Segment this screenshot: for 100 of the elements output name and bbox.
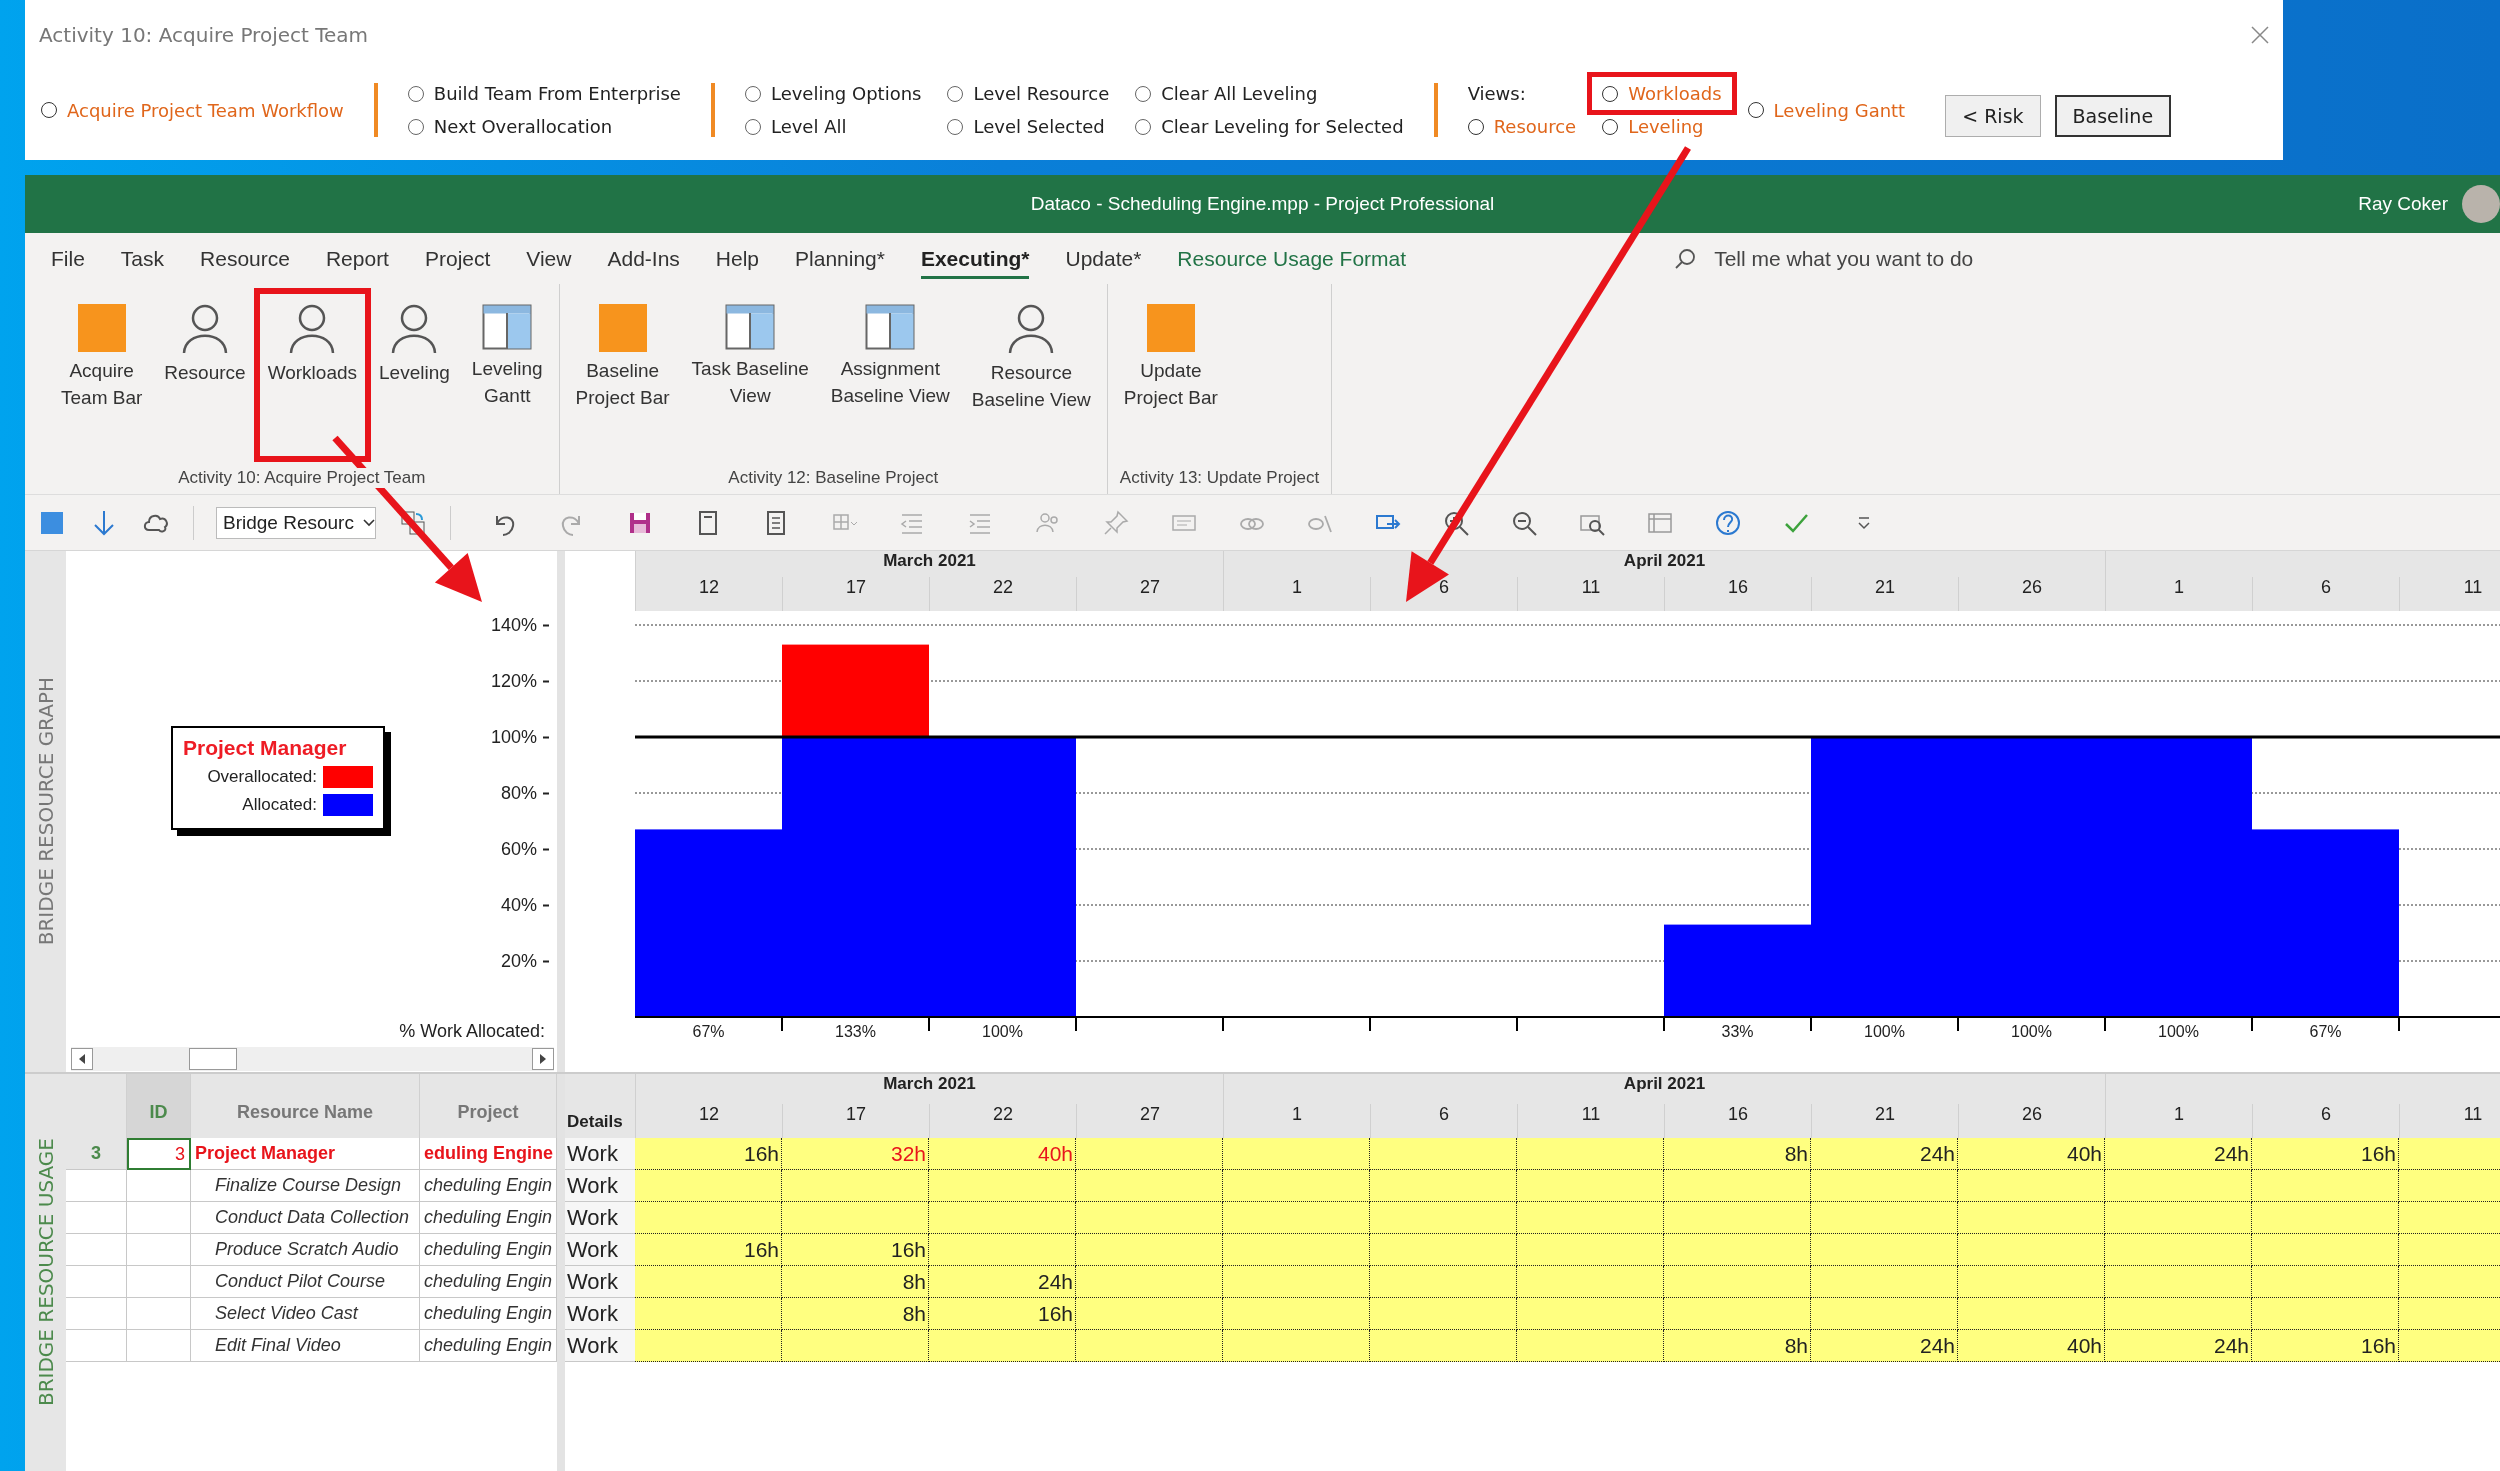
work-cell: 16h xyxy=(635,1138,782,1170)
split-view-icon xyxy=(865,304,916,350)
resource-name-cell: Conduct Pilot Course xyxy=(191,1266,420,1298)
project-cell: cheduling Engin xyxy=(420,1298,557,1330)
ribbon-tab[interactable]: Planning* xyxy=(777,238,903,279)
scroll-left-icon[interactable] xyxy=(77,1053,87,1065)
axis-tick-label: 100% xyxy=(490,726,549,748)
row-header[interactable] xyxy=(66,1298,127,1330)
split-view-icon xyxy=(482,304,533,350)
user-name: Ray Coker xyxy=(2358,193,2448,215)
resource-name-cell: Conduct Data Collection xyxy=(191,1202,420,1234)
row-header[interactable] xyxy=(66,1170,127,1202)
month-label: March 2021 xyxy=(883,551,976,570)
view-bar-label: BRIDGE RESOURCE GRAPH xyxy=(33,677,58,946)
resource-name-cell: Finalize Course Design xyxy=(191,1170,420,1202)
day-label: 6 xyxy=(2321,577,2331,597)
ribbon-tab[interactable]: Help xyxy=(697,238,778,279)
bar-icon xyxy=(1146,304,1195,352)
ribbon-tab[interactable]: File xyxy=(33,238,103,279)
ribbon-tab[interactable]: Resource xyxy=(182,238,308,279)
legend-title: Project Manager xyxy=(183,736,348,760)
axis-tick-label: 20% xyxy=(500,950,549,972)
work-cell: 8h xyxy=(1664,1330,1811,1362)
axis-tick-label: 60% xyxy=(500,838,549,860)
ribbon-tab[interactable]: Resource Usage Format xyxy=(1159,238,1425,279)
value-label: 100% xyxy=(1864,1023,1905,1040)
person-icon xyxy=(1008,304,1055,354)
ribbon-tab[interactable]: Task xyxy=(102,238,183,279)
window-title: Dataco - Scheduling Engine.mpp - Project Professional xyxy=(1030,193,1495,215)
search-field[interactable]: Tell me what you want to do xyxy=(1712,245,2077,272)
scroll-right-icon[interactable] xyxy=(538,1053,548,1065)
day-label: 22 xyxy=(993,577,1013,597)
day-label: 21 xyxy=(1875,577,1895,597)
day-label: 17 xyxy=(846,577,866,597)
day-label: 26 xyxy=(2022,577,2042,597)
ribbon-tab[interactable]: Executing* xyxy=(902,238,1048,279)
axis-tick-label: 140% xyxy=(490,614,549,636)
day-label: 1 xyxy=(1292,577,1302,597)
view-bar-label: BRIDGE RESOURCE USAGE xyxy=(33,1138,58,1407)
dialog-button[interactable]: < Risk xyxy=(1945,95,2041,137)
axis-caption: % Work Allocated: xyxy=(399,1021,545,1041)
work-cell: 16h xyxy=(782,1234,929,1266)
legend-label: Allocated: xyxy=(242,795,317,815)
ribbon-button[interactable]: Workloads xyxy=(253,288,372,462)
day-label: 6 xyxy=(1439,1104,1449,1124)
avatar-icon[interactable] xyxy=(2462,185,2500,223)
day-label: 1 xyxy=(1292,1104,1302,1124)
month-label: April 2021 xyxy=(1623,1074,1706,1093)
ribbon-tab[interactable]: View xyxy=(508,238,590,279)
day-label: 11 xyxy=(2463,577,2483,597)
work-cell: 16h xyxy=(2252,1138,2399,1170)
ribbon-button[interactable]: Update Project Bar xyxy=(1109,288,1232,462)
day-label: 22 xyxy=(993,1104,1013,1124)
work-cell: 8h xyxy=(782,1298,929,1330)
legend-label: Overallocated: xyxy=(207,767,317,787)
column-header[interactable]: Project xyxy=(457,1101,519,1123)
work-cell: 24h xyxy=(929,1266,1076,1298)
scroll-thumb[interactable] xyxy=(189,1048,237,1070)
day-label: 6 xyxy=(2321,1104,2331,1124)
project-cell: cheduling Engin xyxy=(420,1266,557,1298)
day-label: 12 xyxy=(699,577,719,597)
details-cell: Work xyxy=(565,1234,635,1266)
chevron-icon xyxy=(363,518,375,527)
row-header[interactable] xyxy=(66,1266,127,1298)
work-cell: 40h xyxy=(929,1138,1076,1170)
work-cell: 16h xyxy=(929,1298,1076,1330)
view-dropdown[interactable]: Bridge Resourc xyxy=(216,506,376,539)
dialog-button[interactable]: Baseline xyxy=(2054,95,2172,137)
axis-tick-label: 120% xyxy=(490,670,549,692)
project-cell: cheduling Engin xyxy=(420,1170,557,1202)
month-label: April 2021 xyxy=(1623,551,1706,570)
day-label: 1 xyxy=(2174,577,2184,597)
day-label: 16 xyxy=(1728,1104,1748,1124)
value-label: 100% xyxy=(2158,1023,2199,1040)
row-header[interactable] xyxy=(66,1202,127,1234)
day-label: 11 xyxy=(1581,1104,1601,1124)
work-cell: 24h xyxy=(1811,1330,1958,1362)
row-header[interactable] xyxy=(66,1234,127,1266)
horizontal-scrollbar[interactable] xyxy=(71,1047,554,1071)
day-label: 26 xyxy=(2022,1104,2042,1124)
row-header[interactable] xyxy=(66,1330,127,1362)
details-cell: Work xyxy=(565,1202,635,1234)
day-label: 27 xyxy=(1140,577,1160,597)
ribbon-tab[interactable]: Report xyxy=(307,238,407,279)
project-cell: cheduling Engin xyxy=(420,1234,557,1266)
value-label: 33% xyxy=(1721,1023,1754,1040)
ribbon-tab[interactable]: Project xyxy=(406,238,509,279)
search-icon xyxy=(1674,247,1697,270)
details-cell: Work xyxy=(565,1330,635,1362)
day-label: 16 xyxy=(1728,577,1748,597)
axis-tick-label: 80% xyxy=(500,782,549,804)
ribbon-tab[interactable]: Add-Ins xyxy=(589,238,698,279)
ribbon-tab[interactable]: Update* xyxy=(1047,238,1160,279)
value-label: 100% xyxy=(982,1023,1023,1040)
dialog-title: Activity 10: Acquire Project Team xyxy=(39,23,369,47)
details-cell: Work xyxy=(565,1170,635,1202)
id-cell: 3 xyxy=(127,1138,191,1170)
split-view-icon xyxy=(725,304,776,350)
day-label: 12 xyxy=(699,1104,719,1124)
close-icon[interactable] xyxy=(2251,26,2269,44)
